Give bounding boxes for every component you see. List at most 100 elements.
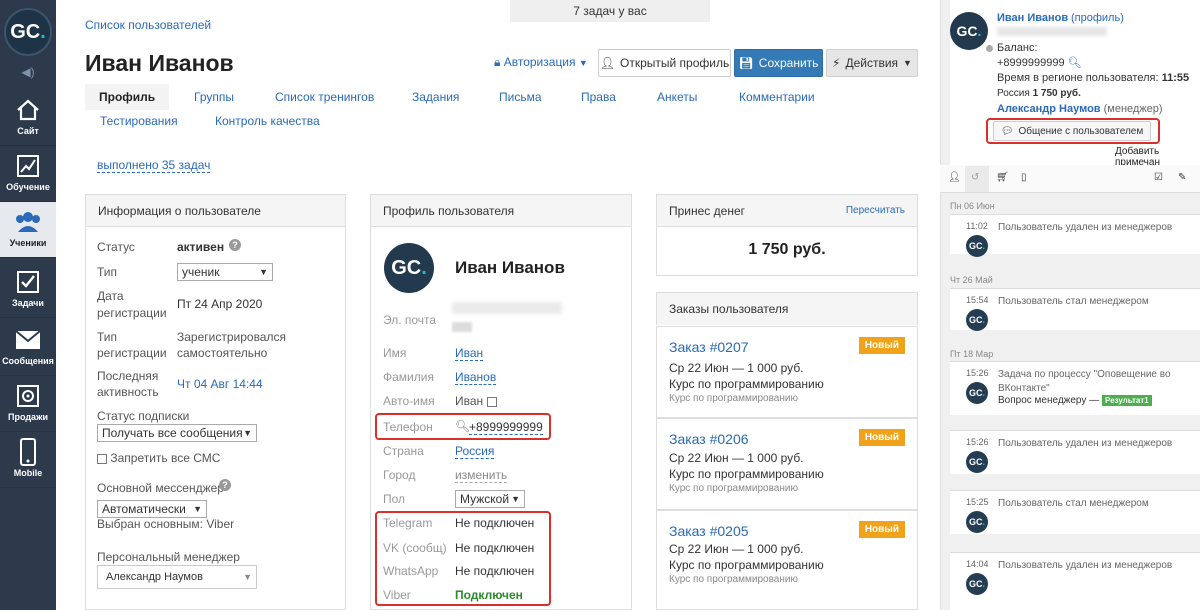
nav-item-mobile[interactable]: Mobile [0, 432, 56, 488]
nav-item-sales[interactable]: Продажи [0, 376, 56, 432]
viber-status: Подключен [455, 588, 523, 602]
lock-icon: 🔒︎ [494, 55, 501, 69]
gc-logo[interactable]: GC. [4, 8, 52, 56]
nav-item-tasks[interactable]: Задачи [0, 262, 56, 318]
nav-item-site[interactable]: Сайт [0, 90, 56, 146]
tab-assignments[interactable]: Задания [412, 90, 459, 104]
subscription-select[interactable]: Получать все сообщения ▼ [97, 424, 257, 442]
save-button[interactable]: 💾︎ Сохранить [734, 49, 823, 77]
user-card-manager: Александр Наумов (менеджер) [997, 103, 1163, 115]
status-badge: Новый [858, 337, 905, 354]
tasks-counter-bar[interactable]: 7 задач у вас [510, 0, 710, 22]
user-card-avatar[interactable]: GC. [950, 12, 988, 50]
chat-with-user-label: Общение с пользователем [1018, 125, 1144, 137]
nav-item-label: Сообщения [2, 356, 54, 366]
feed-item: 15:26 GC. Пользователь удален из менедже… [950, 430, 1200, 474]
mobile-icon[interactable]: ▯ [1021, 172, 1027, 183]
help-icon[interactable]: ? [229, 239, 241, 251]
no-sms-checkbox[interactable] [97, 453, 107, 464]
search-icon[interactable]: 🔍︎ [455, 419, 470, 433]
chat-with-user-button[interactable]: 💬︎ Общение с пользователем [993, 121, 1151, 141]
type-select[interactable]: ученик ▼ [177, 263, 273, 281]
feed-avatar: GC. [966, 573, 988, 595]
tab-groups[interactable]: Группы [194, 90, 234, 104]
open-profile-button[interactable]: 👤︎ Открытый профиль [598, 49, 731, 77]
order-number[interactable]: Заказ #0207 [669, 339, 749, 355]
gender-select[interactable]: Мужской ▼ [455, 490, 525, 508]
order-date-price: Ср 22 Июн — 1 000 руб. [669, 451, 804, 465]
telegram-status: Не подключен [455, 516, 535, 530]
user-card-profile-link[interactable]: (профиль) [1071, 12, 1124, 24]
tab-comments[interactable]: Комментарии [739, 90, 815, 104]
reg-date-value: Пт 24 Апр 2020 [177, 297, 263, 311]
feed-avatar: GC. [966, 235, 988, 257]
messenger-label: Основной мессенджер [97, 481, 224, 495]
profile-title: Профиль пользователя [371, 195, 631, 227]
profile-avatar[interactable]: GC. [384, 243, 434, 293]
auto-name-checkbox[interactable] [486, 396, 497, 407]
city-change-link[interactable]: изменить [455, 468, 508, 483]
chat-icon: 💬︎ [1000, 125, 1014, 137]
search-icon[interactable]: 🔍︎ [1068, 57, 1082, 69]
chart-icon [14, 152, 42, 180]
cart-icon[interactable]: 🛒︎ [996, 172, 1009, 183]
feed-text: Пользователь стал менеджером [998, 296, 1149, 307]
feed-item: 15:25 GC. Пользователь стал менеджером [950, 490, 1200, 534]
nav-item-students[interactable]: Ученики [0, 202, 56, 258]
checklist-icon[interactable]: ☑ [1154, 172, 1163, 183]
order-product-sub: Курс по программированию [669, 393, 798, 404]
order-number[interactable]: Заказ #0206 [669, 431, 749, 447]
actions-dropdown-button[interactable]: ⚡︎ Действия ▼ [826, 49, 918, 77]
floppy-icon: 💾︎ [738, 56, 754, 70]
nav-item-messages[interactable]: Сообщения [0, 320, 56, 376]
user-icon[interactable]: 👤︎ [948, 172, 961, 183]
viber-label: Viber [383, 588, 411, 602]
country-label: Страна [383, 444, 424, 458]
authorization-dropdown[interactable]: 🔒︎ Авторизация ▼ [494, 55, 588, 70]
phone-value[interactable]: +8999999999 [469, 420, 543, 435]
save-label: Сохранить [758, 56, 819, 70]
nav-item-label: Продажи [8, 412, 48, 422]
feed-time: 15:26 [966, 437, 989, 447]
nav-item-learning[interactable]: Обучение [0, 146, 56, 202]
messenger-select[interactable]: Автоматически ▼ [97, 500, 207, 518]
tab-profile[interactable]: Профиль [85, 84, 170, 110]
country-value[interactable]: Россия [455, 444, 495, 459]
tab-rights[interactable]: Права [581, 90, 616, 104]
email-blurred-value[interactable] [452, 302, 562, 314]
feed-text: Пользователь удален из менеджеров [998, 560, 1173, 571]
page-title: Иван Иванов [85, 50, 234, 76]
last-name-value[interactable]: Иванов [455, 370, 497, 385]
order-card[interactable]: Заказ #0206 Новый Ср 22 Июн — 1 000 руб.… [656, 418, 918, 510]
tab-trainings[interactable]: Список тренингов [275, 90, 374, 104]
order-card[interactable]: Заказ #0207 Новый Ср 22 Июн — 1 000 руб.… [656, 326, 918, 418]
first-name-value[interactable]: Иван [455, 346, 484, 361]
pencil-icon[interactable]: ✎ [1178, 172, 1186, 183]
manager-select[interactable]: Александр Наумов ▼ [97, 565, 257, 589]
breadcrumb[interactable]: Список пользователей [85, 18, 211, 32]
tab-testing[interactable]: Тестирования [100, 114, 178, 128]
order-number[interactable]: Заказ #0205 [669, 523, 749, 539]
user-card-name[interactable]: Иван Иванов [997, 12, 1068, 24]
help-icon[interactable]: ? [219, 479, 231, 491]
tab-questionnaires[interactable]: Анкеты [657, 90, 697, 104]
done-tasks-link[interactable]: выполнено 35 задач [97, 158, 211, 173]
user-card-phone: +8999999999 🔍︎ [997, 57, 1082, 69]
feed-time: 15:54 [966, 295, 989, 305]
money-title: Принес денег [669, 203, 745, 218]
manager-link[interactable]: Александр Наумов [997, 103, 1101, 115]
manager-label: Персональный менеджер [97, 550, 240, 564]
tab-letters[interactable]: Письма [499, 90, 542, 104]
last-activity-value[interactable]: Чт 04 Авг 14:44 [177, 377, 263, 391]
messenger-chosen: Выбран основным: Viber [97, 517, 235, 531]
feed-item: 11:02 GC. Пользователь удален из менедже… [950, 214, 1200, 257]
no-sms-row: Запретить все СМС [97, 451, 220, 465]
reg-type-value: Зарегистрировался самостоятельно [177, 330, 286, 360]
chevron-down-icon: ▼ [243, 572, 252, 582]
chevron-down-icon: ▼ [193, 504, 202, 514]
volume-icon[interactable]: ◀) [0, 62, 56, 82]
tab-quality-control[interactable]: Контроль качества [215, 114, 320, 128]
last-name-label: Фамилия [383, 370, 434, 384]
recalculate-link[interactable]: Пересчитать [846, 205, 905, 216]
order-card[interactable]: Заказ #0205 Новый Ср 22 Июн — 1 000 руб.… [656, 510, 918, 610]
